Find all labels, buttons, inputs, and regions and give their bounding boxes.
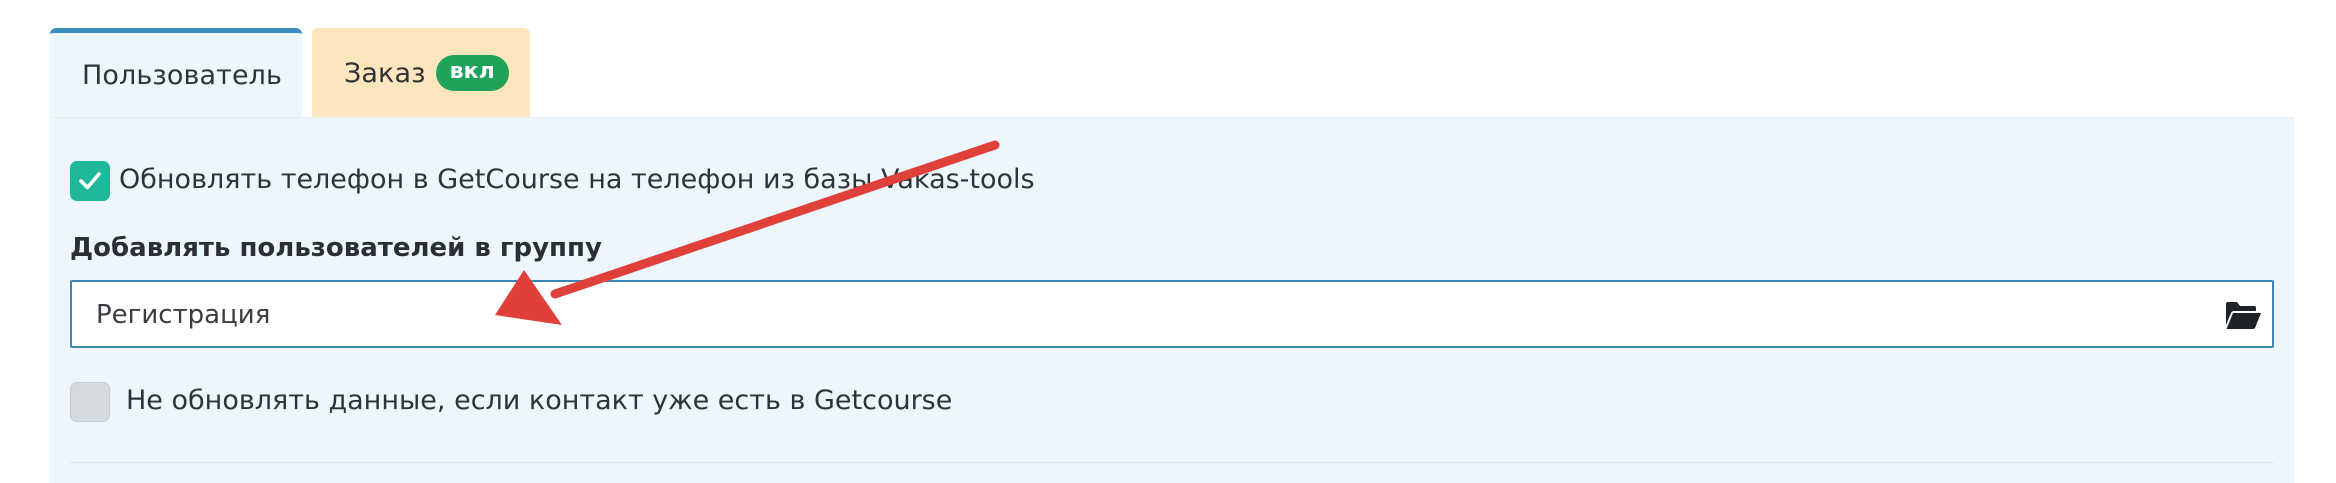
check-icon bbox=[79, 172, 101, 190]
group-select-value: Регистрация bbox=[96, 300, 271, 330]
no-update-label: Не обновлять данные, если контакт уже ес… bbox=[126, 385, 953, 416]
tab-order[interactable]: Заказ вкл bbox=[312, 28, 530, 118]
status-badge: вкл bbox=[435, 55, 509, 91]
group-select[interactable]: Регистрация bbox=[70, 280, 2274, 348]
update-phone-label: Обновлять телефон в GetCourse на телефон… bbox=[119, 164, 1035, 195]
update-phone-checkbox[interactable] bbox=[70, 161, 110, 201]
folder-open-icon[interactable] bbox=[2224, 300, 2262, 330]
no-update-checkbox[interactable] bbox=[70, 382, 110, 422]
tab-user[interactable]: Пользователь bbox=[50, 28, 302, 118]
group-field-label: Добавлять пользователей в группу bbox=[70, 233, 602, 263]
tab-order-label: Заказ bbox=[344, 57, 426, 89]
settings-panel: Обновлять телефон в GetCourse на телефон… bbox=[50, 117, 2294, 483]
tab-user-label: Пользователь bbox=[82, 60, 283, 91]
divider bbox=[70, 462, 2274, 463]
